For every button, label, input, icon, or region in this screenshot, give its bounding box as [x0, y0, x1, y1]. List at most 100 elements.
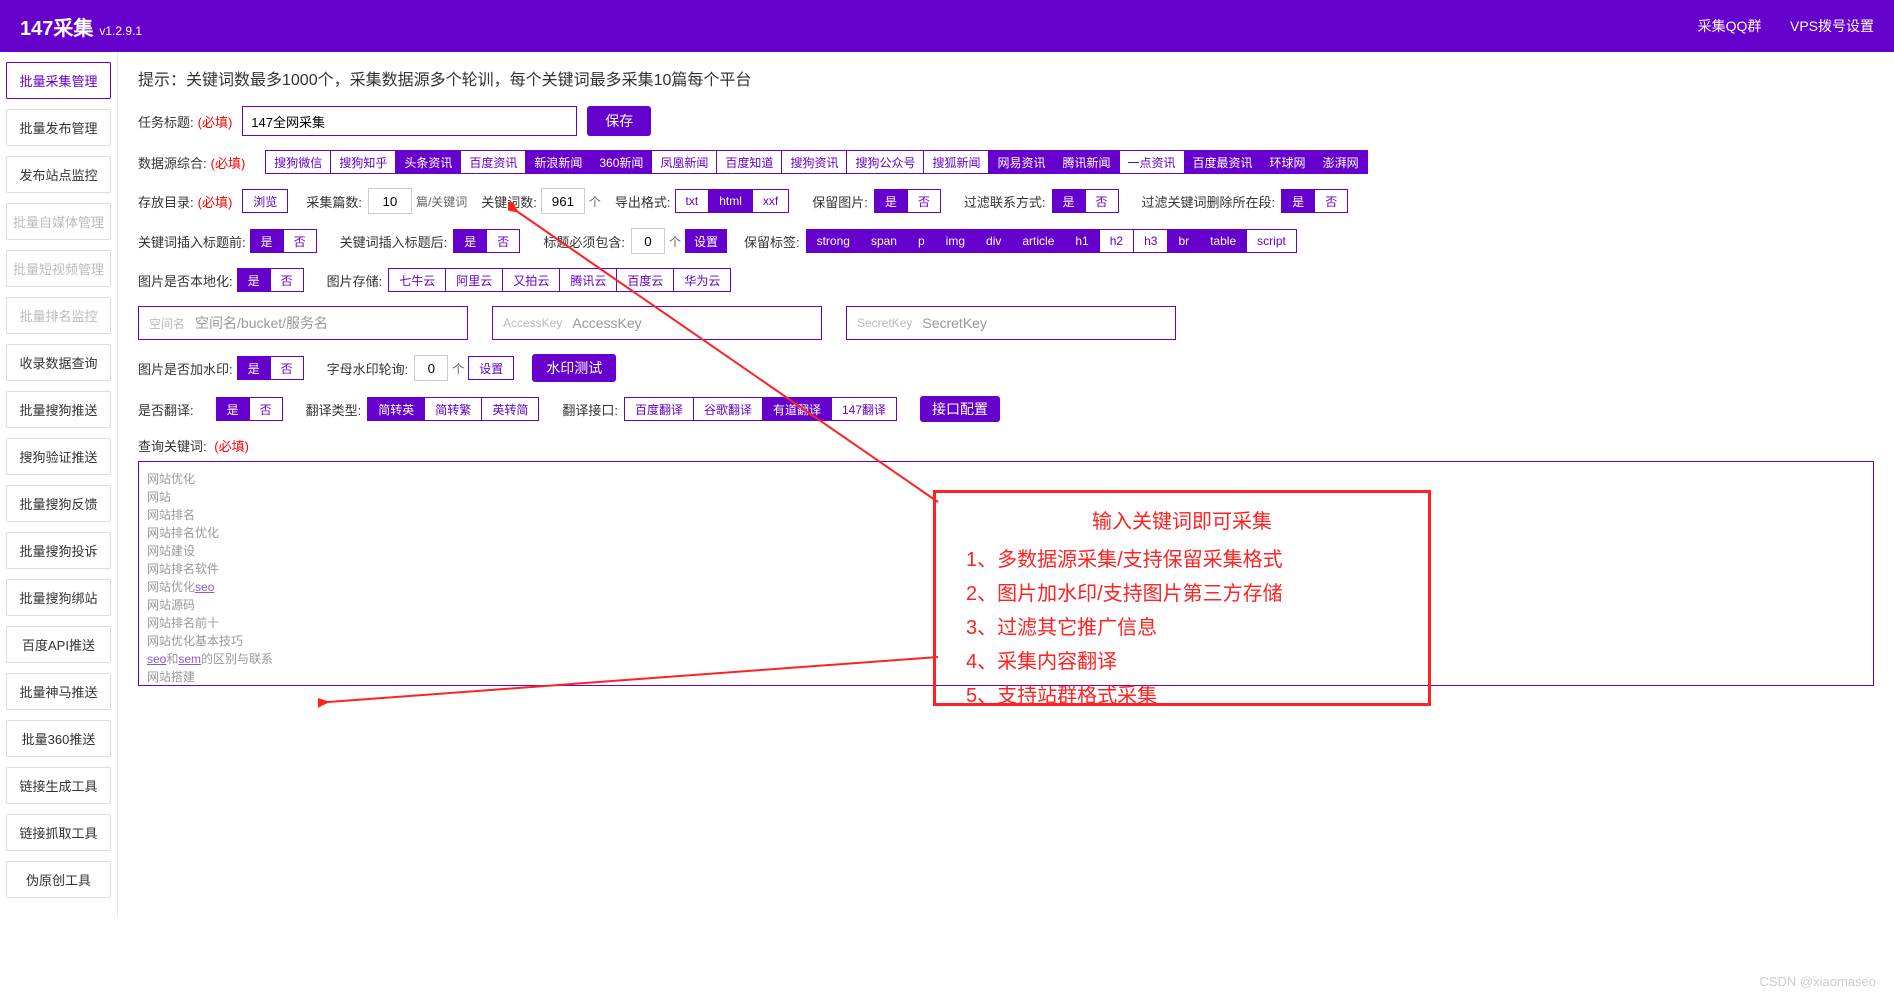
keeptag-9[interactable]: br: [1167, 229, 1200, 253]
export-tag-1[interactable]: html: [708, 189, 753, 213]
filter-tag-1[interactable]: 否: [1314, 189, 1348, 213]
contact-tag-1[interactable]: 否: [1085, 189, 1119, 213]
source-tag-13[interactable]: 一点资讯: [1119, 150, 1185, 174]
source-tag-10[interactable]: 搜狐新闻: [923, 150, 989, 174]
link-qq[interactable]: 采集QQ群: [1698, 18, 1762, 34]
sidebar-item-0[interactable]: 批量采集管理: [6, 62, 111, 99]
source-tag-6[interactable]: 凤凰新闻: [651, 150, 717, 174]
tiface-tag-1[interactable]: 谷歌翻译: [693, 397, 763, 421]
ttype-tag-1[interactable]: 简转繁: [424, 397, 482, 421]
store-tag-1[interactable]: 阿里云: [445, 268, 503, 292]
task-input[interactable]: [242, 106, 577, 136]
keeptag-7[interactable]: h2: [1099, 229, 1134, 253]
sidebar-item-8[interactable]: 搜狗验证推送: [6, 438, 111, 475]
before-tags: 是否: [250, 229, 316, 253]
sidebar-item-15[interactable]: 链接生成工具: [6, 767, 111, 804]
source-tag-9[interactable]: 搜狗公众号: [846, 150, 924, 174]
keeptag-4[interactable]: div: [975, 229, 1012, 253]
before-tag-0[interactable]: 是: [250, 229, 284, 253]
source-tag-2[interactable]: 头条资讯: [395, 150, 461, 174]
iface-config-button[interactable]: 接口配置: [920, 396, 1000, 422]
store-tag-2[interactable]: 又拍云: [502, 268, 560, 292]
source-tag-5[interactable]: 360新闻: [590, 150, 652, 174]
browse-button[interactable]: 浏览: [242, 189, 288, 213]
sidebar-item-2[interactable]: 发布站点监控: [6, 156, 111, 193]
app-version: v1.2.9.1: [99, 24, 142, 38]
keeptag-11[interactable]: script: [1246, 229, 1297, 253]
source-tag-15[interactable]: 环球网: [1261, 150, 1315, 174]
trans-tag-0[interactable]: 是: [216, 397, 250, 421]
sidebar-item-16[interactable]: 链接抓取工具: [6, 814, 111, 851]
wm-test-button[interactable]: 水印测试: [532, 354, 616, 382]
trans-tag-1[interactable]: 否: [249, 397, 283, 421]
sidebar-item-17[interactable]: 伪原创工具: [6, 861, 111, 898]
source-tag-1[interactable]: 搜狗知乎: [330, 150, 396, 174]
sidebar-item-11[interactable]: 批量搜狗绑站: [6, 579, 111, 616]
source-tag-0[interactable]: 搜狗微信: [265, 150, 331, 174]
keeptag-8[interactable]: h3: [1133, 229, 1168, 253]
ttype-tag-2[interactable]: 英转简: [481, 397, 539, 421]
after-tag-1[interactable]: 否: [486, 229, 520, 253]
keeptag-0[interactable]: strong: [806, 229, 861, 253]
trans-type-tags: 简转英简转繁英转简: [367, 397, 538, 421]
kw-count-input[interactable]: [541, 188, 585, 214]
source-tag-7[interactable]: 百度知道: [716, 150, 782, 174]
keepimg-tag-0[interactable]: 是: [874, 189, 908, 213]
keeptag-2[interactable]: p: [907, 229, 936, 253]
keeptag-5[interactable]: article: [1011, 229, 1065, 253]
filter-tag-0[interactable]: 是: [1281, 189, 1315, 213]
source-tag-14[interactable]: 百度最资讯: [1184, 150, 1262, 174]
sidebar-item-7[interactable]: 批量搜狗推送: [6, 391, 111, 428]
keeptag-1[interactable]: span: [860, 229, 908, 253]
sidebar-item-10[interactable]: 批量搜狗投诉: [6, 532, 111, 569]
art-count-input[interactable]: [368, 188, 412, 214]
save-button[interactable]: 保存: [587, 106, 651, 136]
source-tag-12[interactable]: 腾讯新闻: [1054, 150, 1120, 174]
before-tag-1[interactable]: 否: [283, 229, 317, 253]
sidebar-item-13[interactable]: 批量神马推送: [6, 673, 111, 710]
tiface-tag-3[interactable]: 147翻译: [831, 397, 897, 421]
tiface-tag-0[interactable]: 百度翻译: [624, 397, 694, 421]
export-tag-2[interactable]: xxf: [752, 189, 789, 213]
local-tag-1[interactable]: 否: [270, 268, 304, 292]
sidebar-item-12[interactable]: 百度API推送: [6, 626, 111, 663]
wm-tag-0[interactable]: 是: [237, 356, 271, 380]
sidebar-item-9[interactable]: 批量搜狗反馈: [6, 485, 111, 522]
export-tag-0[interactable]: txt: [675, 189, 710, 213]
source-tag-4[interactable]: 新浪新闻: [525, 150, 591, 174]
keeptag-10[interactable]: table: [1199, 229, 1247, 253]
space-input[interactable]: 空间名 空间名/bucket/服务名: [138, 306, 468, 340]
wm-tag-1[interactable]: 否: [270, 356, 304, 380]
store-tag-3[interactable]: 腾讯云: [559, 268, 617, 292]
contact-tag-0[interactable]: 是: [1052, 189, 1086, 213]
sidebar-item-14[interactable]: 批量360推送: [6, 720, 111, 757]
wl-set-button[interactable]: 设置: [468, 356, 514, 380]
source-tag-3[interactable]: 百度资讯: [460, 150, 526, 174]
store-tag-5[interactable]: 华为云: [673, 268, 731, 292]
row-translate: 是否翻译: 是否 翻译类型: 简转英简转繁英转简 翻译接口: 百度翻译谷歌翻译有…: [138, 396, 1874, 422]
source-tag-8[interactable]: 搜狗资讯: [781, 150, 847, 174]
keeptag-3[interactable]: img: [935, 229, 976, 253]
source-tag-11[interactable]: 网易资讯: [988, 150, 1054, 174]
keepimg-tag-1[interactable]: 否: [907, 189, 941, 213]
store-tag-4[interactable]: 百度云: [616, 268, 674, 292]
after-tag-0[interactable]: 是: [453, 229, 487, 253]
sources-req: (必填): [211, 153, 246, 172]
must-set-button[interactable]: 设置: [685, 229, 727, 253]
sidebar-item-6[interactable]: 收录数据查询: [6, 344, 111, 381]
must-input[interactable]: [631, 228, 665, 254]
secretkey-input[interactable]: SecretKey SecretKey: [846, 306, 1176, 340]
ttype-tag-0[interactable]: 简转英: [367, 397, 425, 421]
store-tag-0[interactable]: 七牛云: [388, 268, 446, 292]
tiface-tag-2[interactable]: 有道翻译: [762, 397, 832, 421]
source-tag-16[interactable]: 澎湃网: [1314, 150, 1368, 174]
wl-input[interactable]: [414, 355, 448, 381]
sidebar-item-3: 批量自媒体管理: [6, 203, 111, 240]
link-vps[interactable]: VPS拨号设置: [1790, 18, 1874, 34]
sidebar-item-1[interactable]: 批量发布管理: [6, 109, 111, 146]
space-placeholder: 空间名/bucket/服务名: [195, 313, 328, 333]
accesskey-input[interactable]: AccessKey AccessKey: [492, 306, 822, 340]
keeptag-6[interactable]: h1: [1064, 229, 1099, 253]
local-tag-0[interactable]: 是: [237, 268, 271, 292]
sidebar-item-4: 批量短视频管理: [6, 250, 111, 287]
